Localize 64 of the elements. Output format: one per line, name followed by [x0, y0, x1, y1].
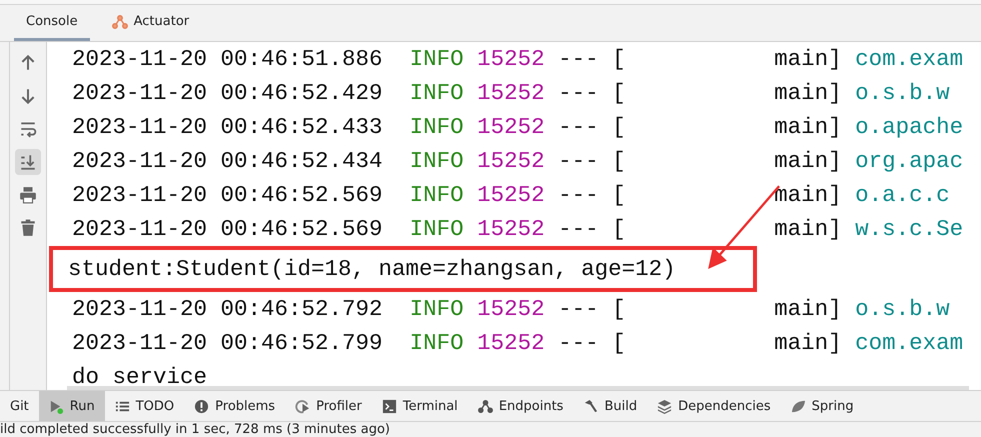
log-timestamp: 2023-11-20 00:46:52.429 [72, 80, 383, 106]
thread-name: --- [ main] [558, 148, 842, 174]
thread-name: --- [ main] [558, 216, 842, 242]
console-output: do service [72, 364, 208, 390]
nodes-icon [478, 398, 493, 414]
tool-window-tab[interactable]: Spring [780, 391, 864, 421]
logger-name: o.apache [855, 114, 964, 140]
process-id: 15252 [477, 80, 545, 106]
gauge-icon [295, 398, 310, 414]
log-level: INFO [410, 182, 464, 208]
process-id: 15252 [477, 114, 545, 140]
exclamation-icon [194, 398, 210, 414]
console-output: student:Student(id=18, name=zhangsan, age=12) [68, 256, 676, 282]
scroll-end-icon[interactable] [15, 149, 41, 176]
log-level: INFO [410, 216, 464, 242]
log-timestamp: 2023-11-20 00:46:51.886 [72, 46, 383, 72]
log-timestamp: 2023-11-20 00:46:52.569 [72, 182, 383, 208]
log-level: INFO [410, 296, 464, 322]
tool-window-tab[interactable]: Terminal [372, 391, 468, 421]
hammer-icon [583, 398, 598, 414]
log-timestamp: 2023-11-20 00:46:52.433 [72, 114, 383, 140]
process-id: 15252 [477, 182, 545, 208]
tool-window-tab[interactable]: TODO [104, 391, 184, 421]
thread-name: --- [ main] [558, 114, 842, 140]
log-level: INFO [410, 80, 464, 106]
logger-name: o.s.b.w [855, 80, 950, 106]
tool-window-tab[interactable]: Dependencies [647, 391, 781, 421]
log-timestamp: 2023-11-20 00:46:52.792 [72, 296, 383, 322]
tool-window-tab[interactable]: Git [0, 391, 39, 421]
log-level: INFO [410, 114, 464, 140]
logger-name: o.a.c.c [855, 182, 950, 208]
logger-name: com.exam [855, 46, 964, 72]
process-id: 15252 [477, 296, 545, 322]
layers-icon [657, 398, 672, 414]
log-timestamp: 2023-11-20 00:46:52.434 [72, 148, 383, 174]
tool-window-tab[interactable]: Problems [184, 391, 286, 421]
nodes-icon [112, 14, 128, 30]
tool-window-tab[interactable]: Run [38, 391, 105, 421]
log-level: INFO [410, 46, 464, 72]
leaf-icon [790, 398, 806, 414]
thread-name: --- [ main] [558, 80, 842, 106]
logger-name: w.s.c.Se [855, 216, 964, 242]
thread-name: --- [ main] [558, 46, 842, 72]
log-timestamp: 2023-11-20 00:46:52.799 [72, 330, 383, 356]
play-icon [48, 398, 64, 414]
log-timestamp: 2023-11-20 00:46:52.569 [72, 216, 383, 242]
panel-tab[interactable]: Actuator [100, 4, 202, 42]
logger-name: o.s.b.w [855, 296, 950, 322]
logger-name: org.apac [855, 148, 964, 174]
logger-name: com.exam [855, 330, 964, 356]
log-level: INFO [410, 330, 464, 356]
terminal-icon [382, 398, 397, 414]
tool-window-tab[interactable]: Profiler [285, 391, 372, 421]
status-message: ild completed successfully in 1 sec, 728 ms (3 minutes ago) [0, 422, 390, 437]
process-id: 15252 [477, 148, 545, 174]
tool-window-tab[interactable]: Endpoints [468, 391, 574, 421]
log-level: INFO [410, 148, 464, 174]
tool-window-tab[interactable]: Build [573, 391, 648, 421]
process-id: 15252 [477, 330, 545, 356]
process-id: 15252 [477, 216, 545, 242]
thread-name: --- [ main] [558, 330, 842, 356]
process-id: 15252 [477, 46, 545, 72]
thread-name: --- [ main] [558, 182, 842, 208]
thread-name: --- [ main] [558, 296, 842, 322]
